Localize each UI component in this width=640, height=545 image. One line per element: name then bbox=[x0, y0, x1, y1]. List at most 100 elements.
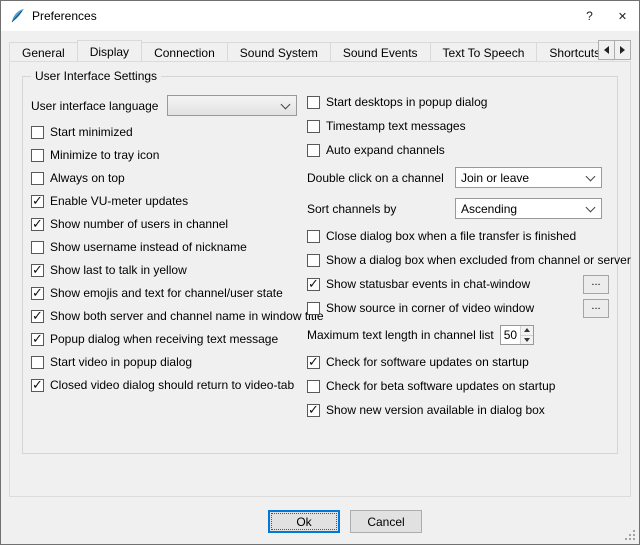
checkbox[interactable] bbox=[31, 195, 44, 208]
check-minimize-to-tray[interactable]: Minimize to tray icon bbox=[31, 148, 305, 162]
checkbox[interactable] bbox=[31, 333, 44, 346]
checkbox-label: Start video in popup dialog bbox=[50, 355, 192, 369]
max-text-length-value[interactable]: 50 bbox=[501, 326, 520, 344]
checkbox-label: Start minimized bbox=[50, 125, 133, 139]
spinner-down-button[interactable] bbox=[521, 335, 533, 345]
check-show-user-count[interactable]: Show number of users in channel bbox=[31, 217, 305, 231]
window-title: Preferences bbox=[32, 9, 97, 23]
check-new-version-dialog[interactable]: Show new version available in dialog box bbox=[307, 403, 613, 417]
tab-label: General bbox=[22, 46, 65, 60]
checkbox[interactable] bbox=[307, 404, 320, 417]
tab-label: Sound System bbox=[240, 46, 318, 60]
check-auto-expand-channels[interactable]: Auto expand channels bbox=[307, 143, 613, 157]
arrow-down-icon bbox=[524, 338, 530, 342]
titlebar[interactable]: Preferences ? ✕ bbox=[1, 1, 639, 31]
arrow-left-icon bbox=[604, 46, 609, 54]
check-always-on-top[interactable]: Always on top bbox=[31, 171, 305, 185]
checkbox-label: Show both server and channel name in win… bbox=[50, 309, 324, 323]
check-software-updates[interactable]: Check for software updates on startup bbox=[307, 355, 613, 369]
checkbox[interactable] bbox=[31, 379, 44, 392]
chevron-down-icon bbox=[586, 202, 596, 212]
checkbox[interactable] bbox=[307, 230, 320, 243]
checkbox-label: Show username instead of nickname bbox=[50, 240, 247, 254]
checkbox[interactable] bbox=[31, 264, 44, 277]
close-button[interactable]: ✕ bbox=[606, 1, 639, 31]
checkbox[interactable] bbox=[31, 126, 44, 139]
checkbox[interactable] bbox=[31, 356, 44, 369]
checkbox-label: Closed video dialog should return to vid… bbox=[50, 378, 294, 392]
tab-scroller bbox=[599, 40, 631, 60]
checkbox[interactable] bbox=[307, 380, 320, 393]
check-timestamp-messages[interactable]: Timestamp text messages bbox=[307, 119, 613, 133]
tab-scroll-left-button[interactable] bbox=[598, 40, 615, 60]
tab-display[interactable]: Display bbox=[77, 40, 142, 61]
checkbox-label: Start desktops in popup dialog bbox=[326, 95, 487, 109]
sort-channels-select[interactable]: Ascending bbox=[455, 198, 602, 219]
checkbox-label: Minimize to tray icon bbox=[50, 148, 159, 162]
resize-grip[interactable] bbox=[624, 529, 637, 542]
tab-scroll-right-button[interactable] bbox=[614, 40, 631, 60]
tab-general[interactable]: General bbox=[9, 42, 78, 61]
tab-sound-events[interactable]: Sound Events bbox=[330, 42, 431, 61]
checkbox-label: Check for software updates on startup bbox=[326, 355, 529, 369]
checkbox[interactable] bbox=[307, 120, 320, 133]
sort-channels-label: Sort channels by bbox=[307, 202, 455, 216]
tab-pane: User Interface Settings User interface l… bbox=[9, 61, 631, 497]
checkbox-label: Auto expand channels bbox=[326, 143, 445, 157]
chevron-down-icon bbox=[281, 99, 291, 109]
tab-text-to-speech[interactable]: Text To Speech bbox=[430, 42, 538, 61]
checkbox[interactable] bbox=[307, 96, 320, 109]
checkbox[interactable] bbox=[307, 302, 320, 315]
tab-label: Connection bbox=[154, 46, 215, 60]
checkbox[interactable] bbox=[31, 149, 44, 162]
right-column: Start desktops in popup dialog Timestamp… bbox=[307, 95, 613, 417]
check-video-popup[interactable]: Start video in popup dialog bbox=[31, 355, 305, 369]
ok-button[interactable]: Ok bbox=[268, 510, 340, 533]
checkbox[interactable] bbox=[307, 254, 320, 267]
check-closed-video-return[interactable]: Closed video dialog should return to vid… bbox=[31, 378, 305, 392]
arrow-right-icon bbox=[620, 46, 625, 54]
language-select[interactable] bbox=[167, 95, 297, 116]
arrow-up-icon bbox=[524, 328, 530, 332]
max-text-length-spinner[interactable]: 50 bbox=[500, 325, 534, 345]
check-beta-updates[interactable]: Check for beta software updates on start… bbox=[307, 379, 613, 393]
tab-label: Sound Events bbox=[343, 46, 418, 60]
checkbox-label: Show statusbar events in chat-window bbox=[326, 277, 530, 291]
max-text-length-label: Maximum text length in channel list bbox=[307, 328, 494, 342]
tab-label: Display bbox=[90, 45, 129, 59]
check-popup-text-message[interactable]: Popup dialog when receiving text message bbox=[31, 332, 305, 346]
tab-sound-system[interactable]: Sound System bbox=[227, 42, 331, 61]
check-last-talk-yellow[interactable]: Show last to talk in yellow bbox=[31, 263, 305, 277]
statusbar-events-more-button[interactable]: ... bbox=[583, 275, 609, 294]
checkbox[interactable] bbox=[31, 172, 44, 185]
user-interface-settings-group: User Interface Settings User interface l… bbox=[22, 76, 618, 454]
video-source-more-button[interactable]: ... bbox=[583, 299, 609, 318]
check-emojis-text-state[interactable]: Show emojis and text for channel/user st… bbox=[31, 286, 305, 300]
check-desktops-popup[interactable]: Start desktops in popup dialog bbox=[307, 95, 613, 109]
language-row: User interface language bbox=[31, 95, 305, 116]
check-start-minimized[interactable]: Start minimized bbox=[31, 125, 305, 139]
check-server-channel-title[interactable]: Show both server and channel name in win… bbox=[31, 309, 305, 323]
check-statusbar-events[interactable]: Show statusbar events in chat-window ... bbox=[307, 277, 613, 291]
help-button[interactable]: ? bbox=[573, 1, 606, 31]
cancel-button[interactable]: Cancel bbox=[350, 510, 422, 533]
check-video-source-corner[interactable]: Show source in corner of video window ..… bbox=[307, 301, 613, 315]
checkbox-label: Show source in corner of video window bbox=[326, 301, 534, 315]
checkbox[interactable] bbox=[307, 356, 320, 369]
checkbox[interactable] bbox=[31, 218, 44, 231]
checkbox[interactable] bbox=[31, 241, 44, 254]
app-icon bbox=[9, 8, 26, 25]
checkbox[interactable] bbox=[307, 278, 320, 291]
checkbox[interactable] bbox=[307, 144, 320, 157]
spinner-up-button[interactable] bbox=[521, 326, 533, 335]
check-close-file-transfer[interactable]: Close dialog box when a file transfer is… bbox=[307, 229, 613, 243]
checkbox-label: Enable VU-meter updates bbox=[50, 194, 188, 208]
tab-connection[interactable]: Connection bbox=[141, 42, 228, 61]
check-username-instead-nickname[interactable]: Show username instead of nickname bbox=[31, 240, 305, 254]
checkbox-label: Show new version available in dialog box bbox=[326, 403, 545, 417]
checkbox[interactable] bbox=[31, 310, 44, 323]
check-vu-meter[interactable]: Enable VU-meter updates bbox=[31, 194, 305, 208]
double-click-select[interactable]: Join or leave bbox=[455, 167, 602, 188]
checkbox[interactable] bbox=[31, 287, 44, 300]
check-excluded-dialog[interactable]: Show a dialog box when excluded from cha… bbox=[307, 253, 613, 267]
